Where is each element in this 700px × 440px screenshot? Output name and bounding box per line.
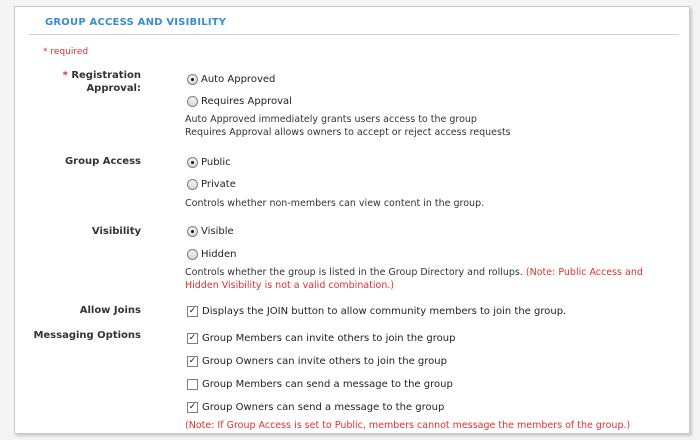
checkbox-label: Displays the JOIN button to allow commun… (202, 305, 567, 317)
group-access-panel: GROUP ACCESS AND VISIBILITY * required *… (14, 6, 690, 434)
radio-label: Visible (201, 225, 234, 237)
checkbox-checked-icon[interactable]: ✓ (187, 332, 198, 344)
radio-selected-icon[interactable] (187, 156, 198, 168)
radio-visible[interactable]: Visible (187, 223, 234, 239)
checkbox-label: Group Owners can send a message to the g… (202, 401, 445, 413)
checkbox-checked-icon[interactable]: ✓ (187, 305, 198, 317)
radio-unselected-icon[interactable] (187, 178, 198, 190)
required-asterisk: * (62, 70, 68, 81)
checkbox-allow-joins[interactable]: ✓ Displays the JOIN button to allow comm… (187, 303, 566, 319)
registration-help: Auto Approved immediately grants users a… (185, 113, 511, 139)
radio-requires-approval[interactable]: Requires Approval (187, 93, 292, 109)
registration-help-line1: Auto Approved immediately grants users a… (185, 114, 477, 125)
visibility-help-text: Controls whether the group is listed in … (185, 267, 523, 278)
radio-unselected-icon[interactable] (187, 95, 198, 107)
checkbox-owners-invite[interactable]: ✓ Group Owners can invite others to join… (187, 353, 447, 369)
messaging-options-label: Messaging Options (33, 330, 141, 341)
radio-label: Hidden (201, 248, 237, 260)
radio-unselected-icon[interactable] (187, 248, 198, 260)
checkbox-label: Group Members can send a message to the … (202, 378, 453, 390)
radio-label: Requires Approval (201, 95, 292, 107)
checkbox-unchecked-icon[interactable] (187, 378, 198, 390)
registration-approval-label: * Registration Approval: (63, 69, 141, 95)
visibility-note-line1: (Note: Public Access and (525, 267, 643, 278)
checkbox-checked-icon[interactable]: ✓ (187, 355, 198, 367)
radio-label: Auto Approved (201, 73, 276, 85)
checkbox-label: Group Owners can invite others to join t… (202, 355, 447, 367)
group-access-label: Group Access (64, 156, 141, 167)
section-header: GROUP ACCESS AND VISIBILITY (29, 15, 679, 35)
checkbox-owners-message[interactable]: ✓ Group Owners can send a message to the… (187, 399, 444, 415)
radio-public[interactable]: Public (187, 154, 231, 170)
checkbox-checked-icon[interactable]: ✓ (187, 401, 198, 413)
radio-label: Public (201, 156, 231, 168)
registration-label-line1: Registration (71, 70, 141, 81)
radio-selected-icon[interactable] (187, 225, 198, 237)
visibility-help: Controls whether the group is listed in … (185, 266, 643, 292)
radio-selected-icon[interactable] (187, 73, 198, 85)
visibility-note-line2: Hidden Visibility is not a valid combina… (185, 280, 395, 291)
group-access-help: Controls whether non-members can view co… (185, 198, 485, 209)
checkbox-members-message[interactable]: Group Members can send a message to the … (187, 376, 453, 392)
checkbox-members-invite[interactable]: ✓ Group Members can invite others to joi… (187, 330, 455, 346)
registration-label-line2: Approval: (86, 83, 141, 94)
visibility-label: Visibility (91, 226, 141, 237)
radio-private[interactable]: Private (187, 176, 236, 192)
required-note: * required (43, 47, 89, 57)
messaging-note: (Note: If Group Access is set to Public,… (185, 420, 631, 431)
allow-joins-label: Allow Joins (79, 305, 141, 316)
radio-auto-approved[interactable]: Auto Approved (187, 71, 275, 87)
radio-hidden[interactable]: Hidden (187, 246, 236, 262)
section-title: GROUP ACCESS AND VISIBILITY (45, 17, 227, 28)
checkbox-label: Group Members can invite others to join … (202, 332, 456, 344)
registration-help-line2: Requires Approval allows owners to accep… (185, 127, 511, 138)
radio-label: Private (201, 178, 236, 190)
